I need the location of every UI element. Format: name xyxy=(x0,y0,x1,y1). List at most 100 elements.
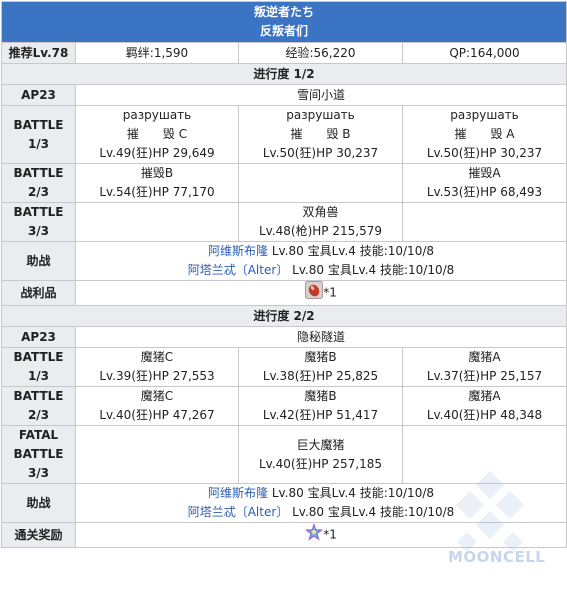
battle-label: BATTLE 2/3 xyxy=(1,386,76,426)
progress-header-row: 进行度 1/2 xyxy=(0,63,567,85)
support-cell: 阿维斯布隆 Lv.80 宝具Lv.4 技能:10/10/8 阿塔兰忒〔Alter〕… xyxy=(74,241,567,281)
battle-label-line: 1/3 xyxy=(27,136,50,151)
enemy-cell xyxy=(75,202,239,242)
battle-label-line: FATAL xyxy=(18,428,59,442)
support-servant: 阿维斯布隆 Lv.80 宝具Lv.4 技能:10/10/8 xyxy=(78,484,564,503)
enemy-line: Lv.54(狂)HP 77,170 xyxy=(99,185,215,199)
servant-link[interactable]: 阿塔兰忒〔Alter〕 xyxy=(188,263,289,277)
enemy-cell xyxy=(401,202,567,242)
battle-row: BATTLE 1/3 разрушать 摧 毁 C Lv.49(狂)HP 29,649… xyxy=(1,105,567,164)
quest-title: 叛逆者たち 反叛者们 xyxy=(0,1,567,43)
battle-label-line: BATTLE xyxy=(13,117,64,132)
location-name: 雪间小道 xyxy=(74,84,567,106)
reward-cell: *1 xyxy=(74,522,567,548)
battle-label-line: 2/3 xyxy=(27,408,50,422)
enemy-line: 摧毁B xyxy=(140,166,174,180)
support-servant: 阿塔兰忒〔Alter〕 Lv.80 宝具Lv.4 技能:10/10/8 xyxy=(78,261,564,280)
enemy-line: Lv.49(狂)HP 29,649 xyxy=(99,146,215,160)
reward-cell: *1 xyxy=(74,280,567,306)
enemy-line: 魔猪C xyxy=(140,389,174,403)
enemy-cell: 魔猪B Lv.38(狂)HP 25,825 xyxy=(238,347,403,387)
enemy-cell: 魔猪B Lv.42(狂)HP 51,417 xyxy=(238,386,403,426)
servant-info: Lv.80 宝具Lv.4 技能:10/10/8 xyxy=(268,244,435,258)
saint-quartz-icon[interactable] xyxy=(305,523,324,547)
servant-info: Lv.80 宝具Lv.4 技能:10/10/8 xyxy=(288,505,455,519)
battle-label-line: BATTLE xyxy=(13,350,64,364)
enemy-line: разрушать xyxy=(450,108,519,122)
ap-cost: AP23 xyxy=(1,326,76,348)
enemy-cell: 双角兽 Lv.48(枪)HP 215,579 xyxy=(238,202,403,242)
enemy-line: 魔猪A xyxy=(468,389,501,403)
watermark-text: MOONCELL xyxy=(448,548,546,566)
enemy-line: Lv.38(狂)HP 25,825 xyxy=(262,369,379,383)
enemy-line: 魔猪A xyxy=(468,350,501,364)
battle-label: FATAL BATTLE 3/3 xyxy=(1,425,76,484)
quest-title-jp: 叛逆者たち xyxy=(254,5,315,19)
crimson-gem-icon[interactable] xyxy=(305,281,324,305)
battle-label-line: 3/3 xyxy=(27,224,50,238)
enemy-line: Lv.50(狂)HP 30,237 xyxy=(262,146,379,160)
enemy-line: 魔猪C xyxy=(140,350,174,364)
battle-label: BATTLE 2/3 xyxy=(1,163,76,203)
battle-label-line: 2/3 xyxy=(27,185,50,199)
recommend-level: 推荐Lv.78 xyxy=(1,42,76,64)
qp-value: QP:164,000 xyxy=(401,42,567,64)
location-name: 隐秘隧道 xyxy=(74,326,567,348)
enemy-cell xyxy=(75,425,239,484)
enemy-cell: 魔猪C Lv.39(狂)HP 27,553 xyxy=(75,347,239,387)
battle-label-line: 1/3 xyxy=(27,369,50,383)
enemy-line: Lv.37(狂)HP 25,157 xyxy=(426,369,543,383)
battle-label: BATTLE 3/3 xyxy=(1,202,76,242)
bond-value: 羁绊:1,590 xyxy=(75,42,239,64)
enemy-cell: разрушать 摧 毁 A Lv.50(狂)HP 30,237 xyxy=(401,105,567,164)
enemy-line: Lv.40(狂)HP 47,267 xyxy=(99,408,215,422)
support-servant: 阿维斯布隆 Lv.80 宝具Lv.4 技能:10/10/8 xyxy=(78,242,564,261)
enemy-line: 摧 毁 A xyxy=(454,127,515,141)
enemy-cell: 魔猪A Lv.40(狂)HP 48,348 xyxy=(401,386,567,426)
battle-label: BATTLE 1/3 xyxy=(1,347,76,387)
enemy-cell: разрушать 摧 毁 C Lv.49(狂)HP 29,649 xyxy=(75,105,239,164)
title-row: 叛逆者たち 反叛者们 xyxy=(0,1,567,43)
enemy-line: 双角兽 xyxy=(302,205,339,219)
enemy-line: 魔猪B xyxy=(304,350,337,364)
support-servant: 阿塔兰忒〔Alter〕 Lv.80 宝具Lv.4 技能:10/10/8 xyxy=(78,503,564,522)
battle-row: BATTLE 2/3 摧毁B Lv.54(狂)HP 77,170 摧毁A Lv.53(狂)… xyxy=(1,163,567,203)
enemy-cell: 巨大魔猪 Lv.40(狂)HP 257,185 xyxy=(238,425,403,484)
battle-label: BATTLE 1/3 xyxy=(1,105,76,164)
reward-row: 战利品 *1 xyxy=(1,280,567,306)
enemy-line: Lv.53(狂)HP 68,493 xyxy=(426,185,543,199)
battle-row: FATAL BATTLE 3/3 巨大魔猪 Lv.40(狂)HP 257,185 xyxy=(1,425,567,484)
enemy-line: 摧毁A xyxy=(468,166,501,180)
recommend-row: 推荐Lv.78 羁绊:1,590 经验:56,220 QP:164,000 xyxy=(1,42,567,64)
quest-table: 叛逆者たち 反叛者们 推荐Lv.78 羁绊:1,590 经验:56,220 QP… xyxy=(0,1,567,548)
servant-link[interactable]: 阿塔兰忒〔Alter〕 xyxy=(188,505,289,519)
enemy-line: Lv.39(狂)HP 27,553 xyxy=(99,369,215,383)
enemy-line: разрушать xyxy=(122,108,192,122)
ap-row: AP23 隐秘隧道 xyxy=(1,326,567,348)
enemy-cell xyxy=(401,425,567,484)
enemy-cell: 摧毁A Lv.53(狂)HP 68,493 xyxy=(401,163,567,203)
battle-row: BATTLE 3/3 双角兽 Lv.48(枪)HP 215,579 xyxy=(1,202,567,242)
servant-link[interactable]: 阿维斯布隆 xyxy=(208,244,268,258)
exp-value: 经验:56,220 xyxy=(238,42,403,64)
servant-info: Lv.80 宝具Lv.4 技能:10/10/8 xyxy=(268,486,435,500)
enemy-line: 摧 毁 B xyxy=(290,127,351,141)
quest-title-cn: 反叛者们 xyxy=(260,24,309,38)
servant-link[interactable]: 阿维斯布隆 xyxy=(208,486,268,500)
progress-header: 进行度 1/2 xyxy=(0,63,567,85)
reward-count: *1 xyxy=(323,527,337,542)
enemy-cell: разрушать 摧 毁 B Lv.50(狂)HP 30,237 xyxy=(238,105,403,164)
enemy-cell: 魔猪A Lv.37(狂)HP 25,157 xyxy=(401,347,567,387)
ap-row: AP23 雪间小道 xyxy=(1,84,567,106)
reward-label: 通关奖励 xyxy=(1,522,76,548)
enemy-cell xyxy=(238,163,403,203)
enemy-line: Lv.40(狂)HP 257,185 xyxy=(258,456,382,471)
reward-row: 通关奖励 *1 xyxy=(1,522,567,548)
battle-label-line: BATTLE xyxy=(13,389,64,403)
enemy-line: разрушать xyxy=(286,108,355,122)
enemy-cell: 魔猪C Lv.40(狂)HP 47,267 xyxy=(75,386,239,426)
battle-row: BATTLE 2/3 魔猪C Lv.40(狂)HP 47,267 魔猪B Lv.42(狂)… xyxy=(1,386,567,426)
enemy-line: Lv.48(枪)HP 215,579 xyxy=(258,224,382,238)
battle-label-line: 3/3 xyxy=(27,466,50,480)
support-label: 助战 xyxy=(1,241,76,281)
